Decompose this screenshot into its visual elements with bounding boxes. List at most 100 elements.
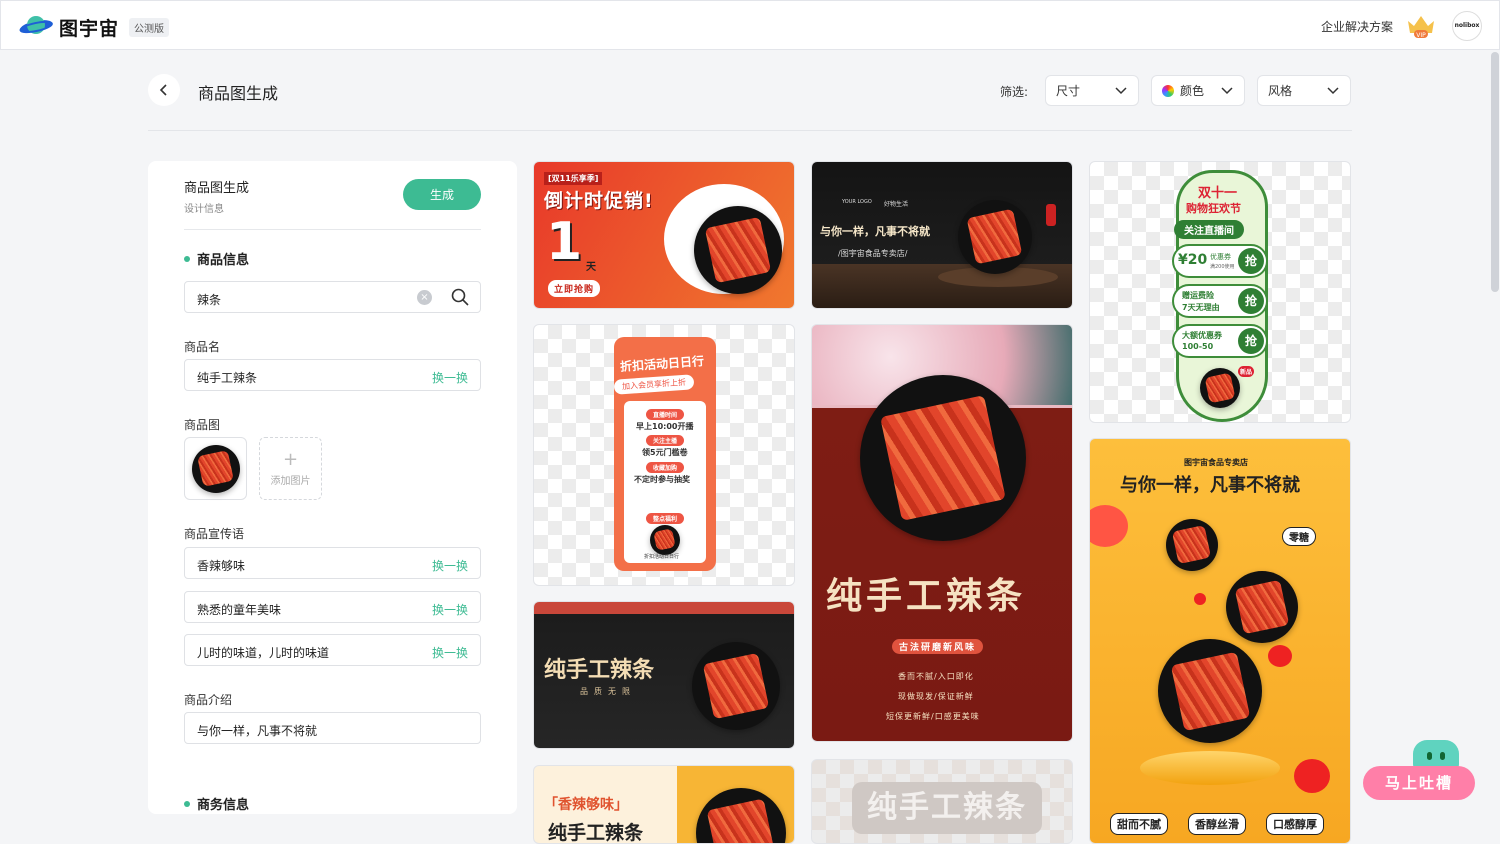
template-card-grey[interactable]: 纯手工辣条 — [811, 759, 1073, 844]
intro-field[interactable]: 与你一样，凡事不将就 — [184, 712, 481, 744]
slogan-field-1[interactable]: 香辣够味 换一换 — [184, 547, 481, 579]
template-card-dark-handmade[interactable]: 纯手工辣条 品质无限 — [533, 601, 795, 749]
podium-shape — [1140, 751, 1280, 785]
feedback-floating-button[interactable]: 马上吐槽 — [1363, 740, 1477, 800]
generate-button[interactable]: 生成 — [403, 179, 481, 210]
card-tag: 好物生活 — [884, 201, 909, 208]
latiao-plate-image — [696, 788, 786, 843]
slogan-field-2[interactable]: 熟悉的童年美味 换一换 — [184, 591, 481, 623]
poster-line: 领5元门槛卷 — [642, 448, 688, 457]
planet-logo-icon[interactable] — [19, 12, 53, 40]
swap-slogan-button[interactable]: 换一换 — [432, 644, 468, 661]
slogan-field-3[interactable]: 儿时的味道，儿时的味道 换一换 — [184, 634, 481, 666]
top-bar: 图宇宙 公测版 企业解决方案 VIP nolibox — [0, 0, 1500, 50]
latiao-plate-image — [860, 375, 1026, 541]
chevron-down-icon — [1221, 87, 1233, 95]
product-image-thumbnail[interactable] — [184, 437, 247, 500]
coupon-condition: 满200使用 — [1210, 264, 1235, 270]
card-headline: 倒计时促销! — [544, 190, 654, 212]
card-tag: [双11乐享季] — [544, 172, 603, 185]
add-image-button[interactable]: + 添加图片 — [259, 437, 322, 500]
swap-slogan-button[interactable]: 换一换 — [432, 557, 468, 574]
search-value: 辣条 — [197, 293, 222, 307]
latiao-plate-image — [191, 444, 240, 493]
perk-line: 100-50 — [1182, 342, 1214, 351]
template-card-dark-wood[interactable]: YOUR LOGO 好物生活 与你一样，凡事不将就 /图宇宙食品专卖店/ — [811, 161, 1073, 309]
latiao-plate-image — [694, 206, 782, 294]
card-store: /图宇宙食品专卖店/ — [838, 249, 908, 258]
poster-tag: 直播时间 — [646, 409, 685, 420]
latiao-plate-image — [1226, 571, 1298, 643]
style-filter-label: 风格 — [1268, 84, 1293, 98]
banner-subtitle: 关注直播间 — [1174, 220, 1244, 239]
intro-label: 商品介绍 — [184, 693, 233, 707]
seal-stamp — [1046, 204, 1056, 226]
feedback-label: 马上吐槽 — [1363, 766, 1475, 800]
feature-line: 现做现发/保证新鲜 — [898, 692, 974, 701]
product-name-field[interactable]: 纯手工辣条 换一换 — [184, 359, 481, 391]
poster-tag: 关注主播 — [646, 435, 685, 446]
filter-label: 筛选: — [1000, 85, 1029, 99]
search-icon[interactable] — [450, 287, 470, 307]
template-card-double-eleven[interactable]: 双十一 购物狂欢节 关注直播间 ¥20 优惠券 满200使用 抢 赠运费险 7天… — [1089, 161, 1351, 423]
brand-name[interactable]: 图宇宙 — [59, 14, 119, 41]
swap-name-button[interactable]: 换一换 — [432, 369, 468, 386]
size-filter-label: 尺寸 — [1056, 84, 1081, 98]
intro-value: 与你一样，凡事不将就 — [197, 724, 318, 738]
template-card-orange[interactable]: 图宇宙食品专卖店 与你一样，凡事不将就 零糖 甜而不腻 香醇丝滑 口感醇厚 — [1089, 438, 1351, 844]
product-image-label: 商品图 — [184, 418, 221, 432]
perk-line: 大额优惠券 — [1182, 331, 1222, 340]
product-name-value: 纯手工辣条 — [197, 371, 258, 385]
user-avatar[interactable]: nolibox — [1452, 11, 1482, 41]
countdown-unit: 天 — [586, 262, 596, 273]
coupon-amount: ¥20 — [1178, 252, 1208, 268]
buy-now-badge: 立即抢购 — [548, 280, 601, 297]
feature-tag: 口感醇厚 — [1266, 813, 1324, 835]
latiao-plate-image — [1166, 519, 1218, 571]
plus-icon: + — [282, 449, 299, 470]
style-filter-select[interactable]: 风格 — [1257, 75, 1351, 106]
chevron-down-icon — [1327, 87, 1339, 95]
enterprise-solutions-link[interactable]: 企业解决方案 — [1321, 18, 1393, 35]
vip-crown-icon[interactable]: VIP — [1406, 13, 1436, 39]
template-card-cream[interactable]: 「香辣够味」 纯手工辣条 — [533, 765, 795, 844]
template-card-discount-daily[interactable]: 折扣活动日日行 加入会员享折上折 直播时间 早上10:00开播 关注主播 领5元… — [533, 324, 795, 586]
color-filter-label: 颜色 — [1180, 84, 1205, 98]
header-divider — [148, 130, 1352, 131]
back-button[interactable] — [148, 74, 180, 106]
card-store: 图宇宙食品专卖店 — [1184, 458, 1248, 467]
feature-tag: 香醇丝滑 — [1188, 813, 1246, 835]
card-badge: 古法研磨新风味 — [892, 639, 984, 654]
grab-badge: 抢 — [1238, 328, 1264, 354]
countdown-number: 1 — [546, 212, 583, 272]
template-card-countdown[interactable]: [双11乐享季] 倒计时促销! 1 天 立即抢购 — [533, 161, 795, 309]
heart-balloon — [1268, 645, 1292, 667]
template-card-maroon-floral[interactable]: 纯手工辣条 古法研磨新风味 香而不腻/入口即化 现做现发/保证新鲜 短保更新鲜/… — [811, 324, 1073, 742]
chevron-left-icon — [159, 84, 167, 96]
banner-title-1: 双十一 — [1198, 186, 1238, 201]
latiao-plate-image — [692, 642, 780, 730]
card-headline: 与你一样，凡事不将就 — [820, 225, 930, 238]
panel-divider — [184, 229, 481, 230]
design-info-panel: 商品图生成 设计信息 生成 商品信息 辣条 × 商品名 纯手工辣条 换一换 商品… — [148, 161, 517, 814]
product-search-input[interactable]: 辣条 × — [184, 281, 481, 313]
color-filter-select[interactable]: 颜色 — [1151, 75, 1245, 106]
heart-balloon — [1194, 593, 1206, 605]
poster-line: 不定时参与抽奖 — [634, 475, 690, 484]
product-name-label: 商品名 — [184, 340, 221, 354]
perk-line: 7天无理由 — [1182, 303, 1220, 312]
swap-slogan-button[interactable]: 换一换 — [432, 601, 468, 618]
chevron-down-icon — [1115, 87, 1127, 95]
new-badge: 新品 — [1238, 366, 1255, 377]
card-tag: 「香辣够味」 — [544, 797, 628, 813]
card-headline: 纯手工辣条 — [544, 657, 655, 683]
grab-badge: 抢 — [1238, 288, 1264, 314]
color-wheel-icon — [1162, 84, 1174, 97]
latiao-plate-image — [650, 525, 680, 555]
feature-tag: 甜而不腻 — [1110, 813, 1168, 835]
poster-tag: 整点福利 — [646, 513, 685, 524]
page-scrollbar[interactable] — [1491, 52, 1499, 292]
card-headline: 纯手工辣条 — [852, 782, 1042, 834]
clear-icon[interactable]: × — [417, 290, 432, 305]
size-filter-select[interactable]: 尺寸 — [1045, 75, 1139, 106]
